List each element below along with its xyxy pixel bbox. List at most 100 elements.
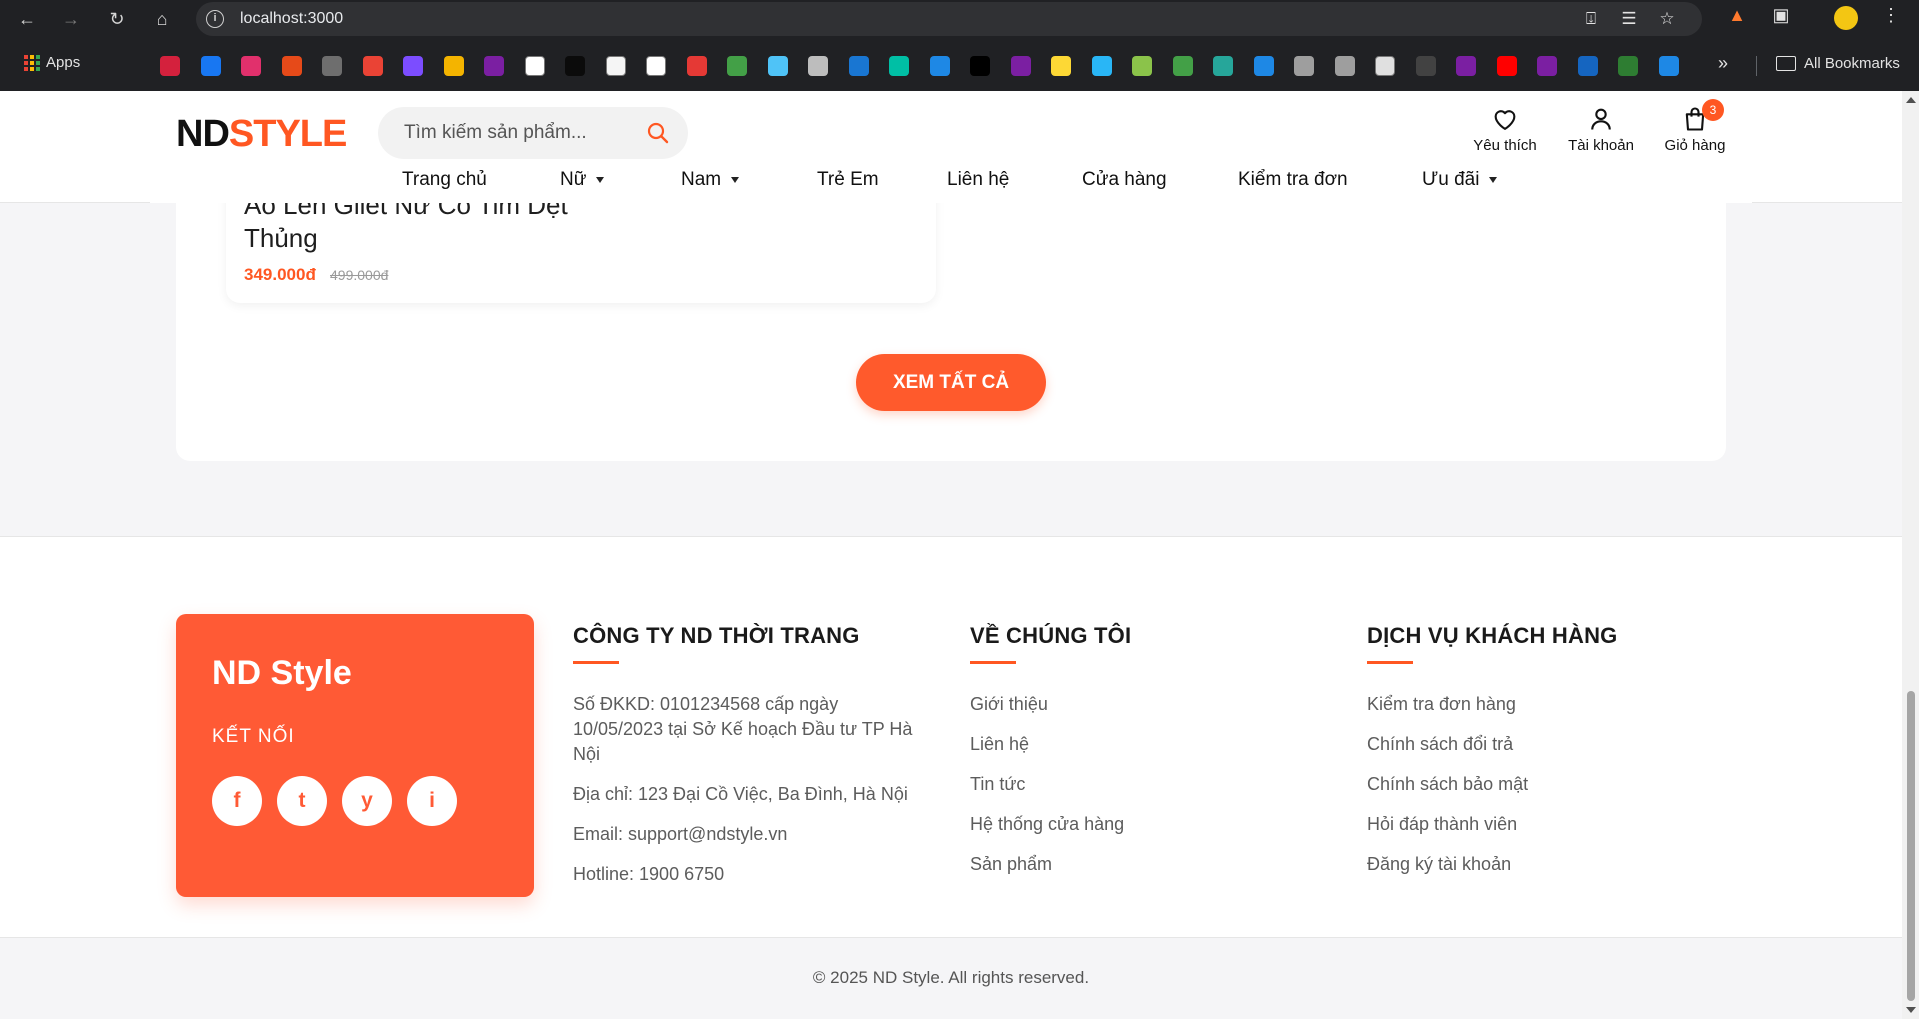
install-app-icon[interactable]: ⍗ (1580, 9, 1602, 31)
bookmark-favicon-icon[interactable] (1537, 56, 1557, 76)
all-bookmarks[interactable]: All Bookmarks (1776, 55, 1900, 72)
facebook-social-button[interactable]: f (212, 776, 262, 826)
menu-item-women[interactable]: Nữ (560, 169, 605, 191)
heart-icon (1494, 110, 1516, 130)
account-label: Tài khoản (1568, 137, 1634, 154)
bookmark-favicon-icon[interactable] (1456, 56, 1476, 76)
bookmark-favicon-icon[interactable] (1496, 56, 1517, 76)
wishlist-button[interactable]: Yêu thích (1460, 105, 1550, 154)
cart-button[interactable]: Giỏ hàng 3 (1650, 99, 1740, 154)
metamask-extension-icon[interactable]: ▲ (1724, 5, 1750, 31)
bookmark-favicon-icon[interactable] (241, 56, 261, 76)
bookmark-star-icon[interactable]: ☆ (1656, 9, 1678, 31)
menu-item-deals[interactable]: Ưu đãi (1422, 169, 1498, 191)
footer-company-column: CÔNG TY ND THỜI TRANG Số ĐKKD: 010123456… (573, 623, 933, 902)
bookmark-favicon-icon[interactable] (727, 56, 747, 76)
footer-link-intro[interactable]: Giới thiệu (970, 692, 1310, 717)
bookmark-favicon-icon[interactable] (484, 56, 504, 76)
scroll-up-arrow-icon[interactable] (1906, 97, 1916, 103)
web-page: Áo Len Gilet Nữ Cổ Tim Dệt Thủng 349.000… (0, 91, 1902, 1019)
omnibox[interactable]: i localhost:3000 ⍗ ☰ ☆ (196, 2, 1702, 36)
menu-item-home[interactable]: Trang chủ (402, 169, 487, 191)
forward-arrow-icon[interactable]: → (58, 6, 84, 32)
bookmark-favicon-icon[interactable] (200, 56, 221, 76)
twitter-social-button[interactable]: t (277, 776, 327, 826)
footer-link-return-policy[interactable]: Chính sách đổi trả (1367, 732, 1727, 757)
footer-link-contact[interactable]: Liên hệ (970, 732, 1310, 757)
bookmark-favicon-icon[interactable] (1577, 56, 1598, 76)
bookmark-favicon-icon[interactable] (1415, 56, 1436, 76)
search-icon[interactable] (646, 121, 670, 145)
bookmark-favicon-icon[interactable] (1132, 56, 1152, 76)
cart-label: Giỏ hàng (1664, 137, 1726, 154)
bookmark-favicon-icon[interactable] (1334, 56, 1355, 76)
scrollbar-thumb[interactable] (1907, 691, 1915, 1001)
bookmark-favicon-icon[interactable] (281, 56, 302, 76)
bookmark-favicon-icon[interactable] (322, 56, 342, 76)
search-input[interactable] (404, 107, 634, 159)
bookmark-favicon-icon[interactable] (1091, 56, 1112, 76)
bookmark-apps[interactable]: Apps (24, 54, 80, 71)
more-bookmarks-icon[interactable]: » (1718, 53, 1728, 74)
bookmark-favicon-icon[interactable] (889, 56, 909, 76)
account-button[interactable]: Tài khoản (1556, 105, 1646, 154)
bookmark-favicon-icon[interactable] (686, 56, 707, 76)
footer-link-order-check[interactable]: Kiểm tra đơn hàng (1367, 692, 1727, 717)
scroll-down-arrow-icon[interactable] (1906, 1007, 1916, 1013)
bookmark-favicon-icon[interactable] (1253, 56, 1274, 76)
bookmark-favicon-icon[interactable] (605, 56, 626, 76)
page-scrollbar[interactable] (1902, 91, 1919, 1019)
menu-item-contact[interactable]: Liên hệ (947, 169, 1009, 191)
profile-avatar[interactable] (1834, 6, 1858, 30)
bookmark-favicon-icon[interactable] (1658, 56, 1679, 76)
footer-link-member-faq[interactable]: Hỏi đáp thành viên (1367, 812, 1727, 837)
bookmark-favicon-icon[interactable] (1294, 56, 1314, 76)
home-icon[interactable]: ⌂ (149, 6, 175, 32)
menu-item-order-check[interactable]: Kiểm tra đơn (1238, 169, 1348, 191)
bookmark-favicon-icon[interactable] (1051, 56, 1071, 76)
menu-item-label: Kiểm tra đơn (1238, 169, 1348, 190)
bookmark-favicon-icon[interactable] (362, 56, 383, 76)
bookmark-favicon-icon[interactable] (1375, 56, 1395, 76)
bookmark-favicon-icon[interactable] (646, 56, 666, 76)
bookmark-favicon-icon[interactable] (524, 56, 545, 76)
bookmark-favicon-icon[interactable] (970, 56, 990, 76)
extensions-puzzle-icon[interactable]: ▣ (1768, 5, 1794, 31)
footer-link-privacy-policy[interactable]: Chính sách bảo mật (1367, 772, 1727, 797)
bookmark-favicon-icon[interactable] (929, 56, 950, 76)
company-email: Email: support@ndstyle.vn (573, 824, 788, 844)
back-arrow-icon[interactable]: ← (14, 6, 40, 32)
user-icon (1591, 108, 1611, 130)
title-underline (970, 661, 1016, 664)
footer-link-news[interactable]: Tin tức (970, 772, 1310, 797)
browser-chrome: ← → ↻ ⌂ i localhost:3000 ⍗ ☰ ☆ ▲ ▣ ⋮ App… (0, 0, 1919, 91)
bookmark-favicon-icon[interactable] (848, 56, 869, 76)
url-text[interactable]: localhost:3000 (240, 10, 343, 28)
menu-item-stores[interactable]: Cửa hàng (1082, 169, 1167, 191)
bookmark-favicon-icon[interactable] (1213, 56, 1233, 76)
bookmark-favicon-icon[interactable] (160, 56, 180, 76)
bookmark-favicon-icon[interactable] (1010, 56, 1031, 76)
translate-icon[interactable]: ☰ (1618, 9, 1640, 31)
instagram-social-button[interactable]: i (407, 776, 457, 826)
footer-link-register[interactable]: Đăng ký tài khoản (1367, 852, 1727, 877)
menu-item-kids[interactable]: Trẻ Em (817, 169, 879, 191)
bookmarks-divider (1756, 56, 1757, 76)
site-logo[interactable]: NDSTYLE (176, 113, 347, 156)
bookmark-favicon-icon[interactable] (1618, 56, 1638, 76)
bookmark-favicon-icon[interactable] (767, 56, 788, 76)
bookmark-favicon-icon[interactable] (1172, 56, 1193, 76)
menu-item-men[interactable]: Nam (681, 169, 740, 191)
bookmark-favicon-icon[interactable] (565, 56, 585, 76)
view-all-button[interactable]: XEM TẤT CẢ (856, 354, 1046, 411)
bookmark-favicon-icon[interactable] (403, 56, 423, 76)
reload-icon[interactable]: ↻ (104, 6, 130, 32)
wishlist-label: Yêu thích (1473, 137, 1537, 154)
footer-link-products[interactable]: Sản phẩm (970, 852, 1310, 877)
footer-link-stores[interactable]: Hệ thống cửa hàng (970, 812, 1310, 837)
bookmark-favicon-icon[interactable] (808, 56, 828, 76)
chrome-menu-icon[interactable]: ⋮ (1878, 5, 1904, 31)
site-info-icon[interactable]: i (206, 10, 224, 28)
bookmark-favicon-icon[interactable] (443, 56, 464, 76)
youtube-social-button[interactable]: y (342, 776, 392, 826)
